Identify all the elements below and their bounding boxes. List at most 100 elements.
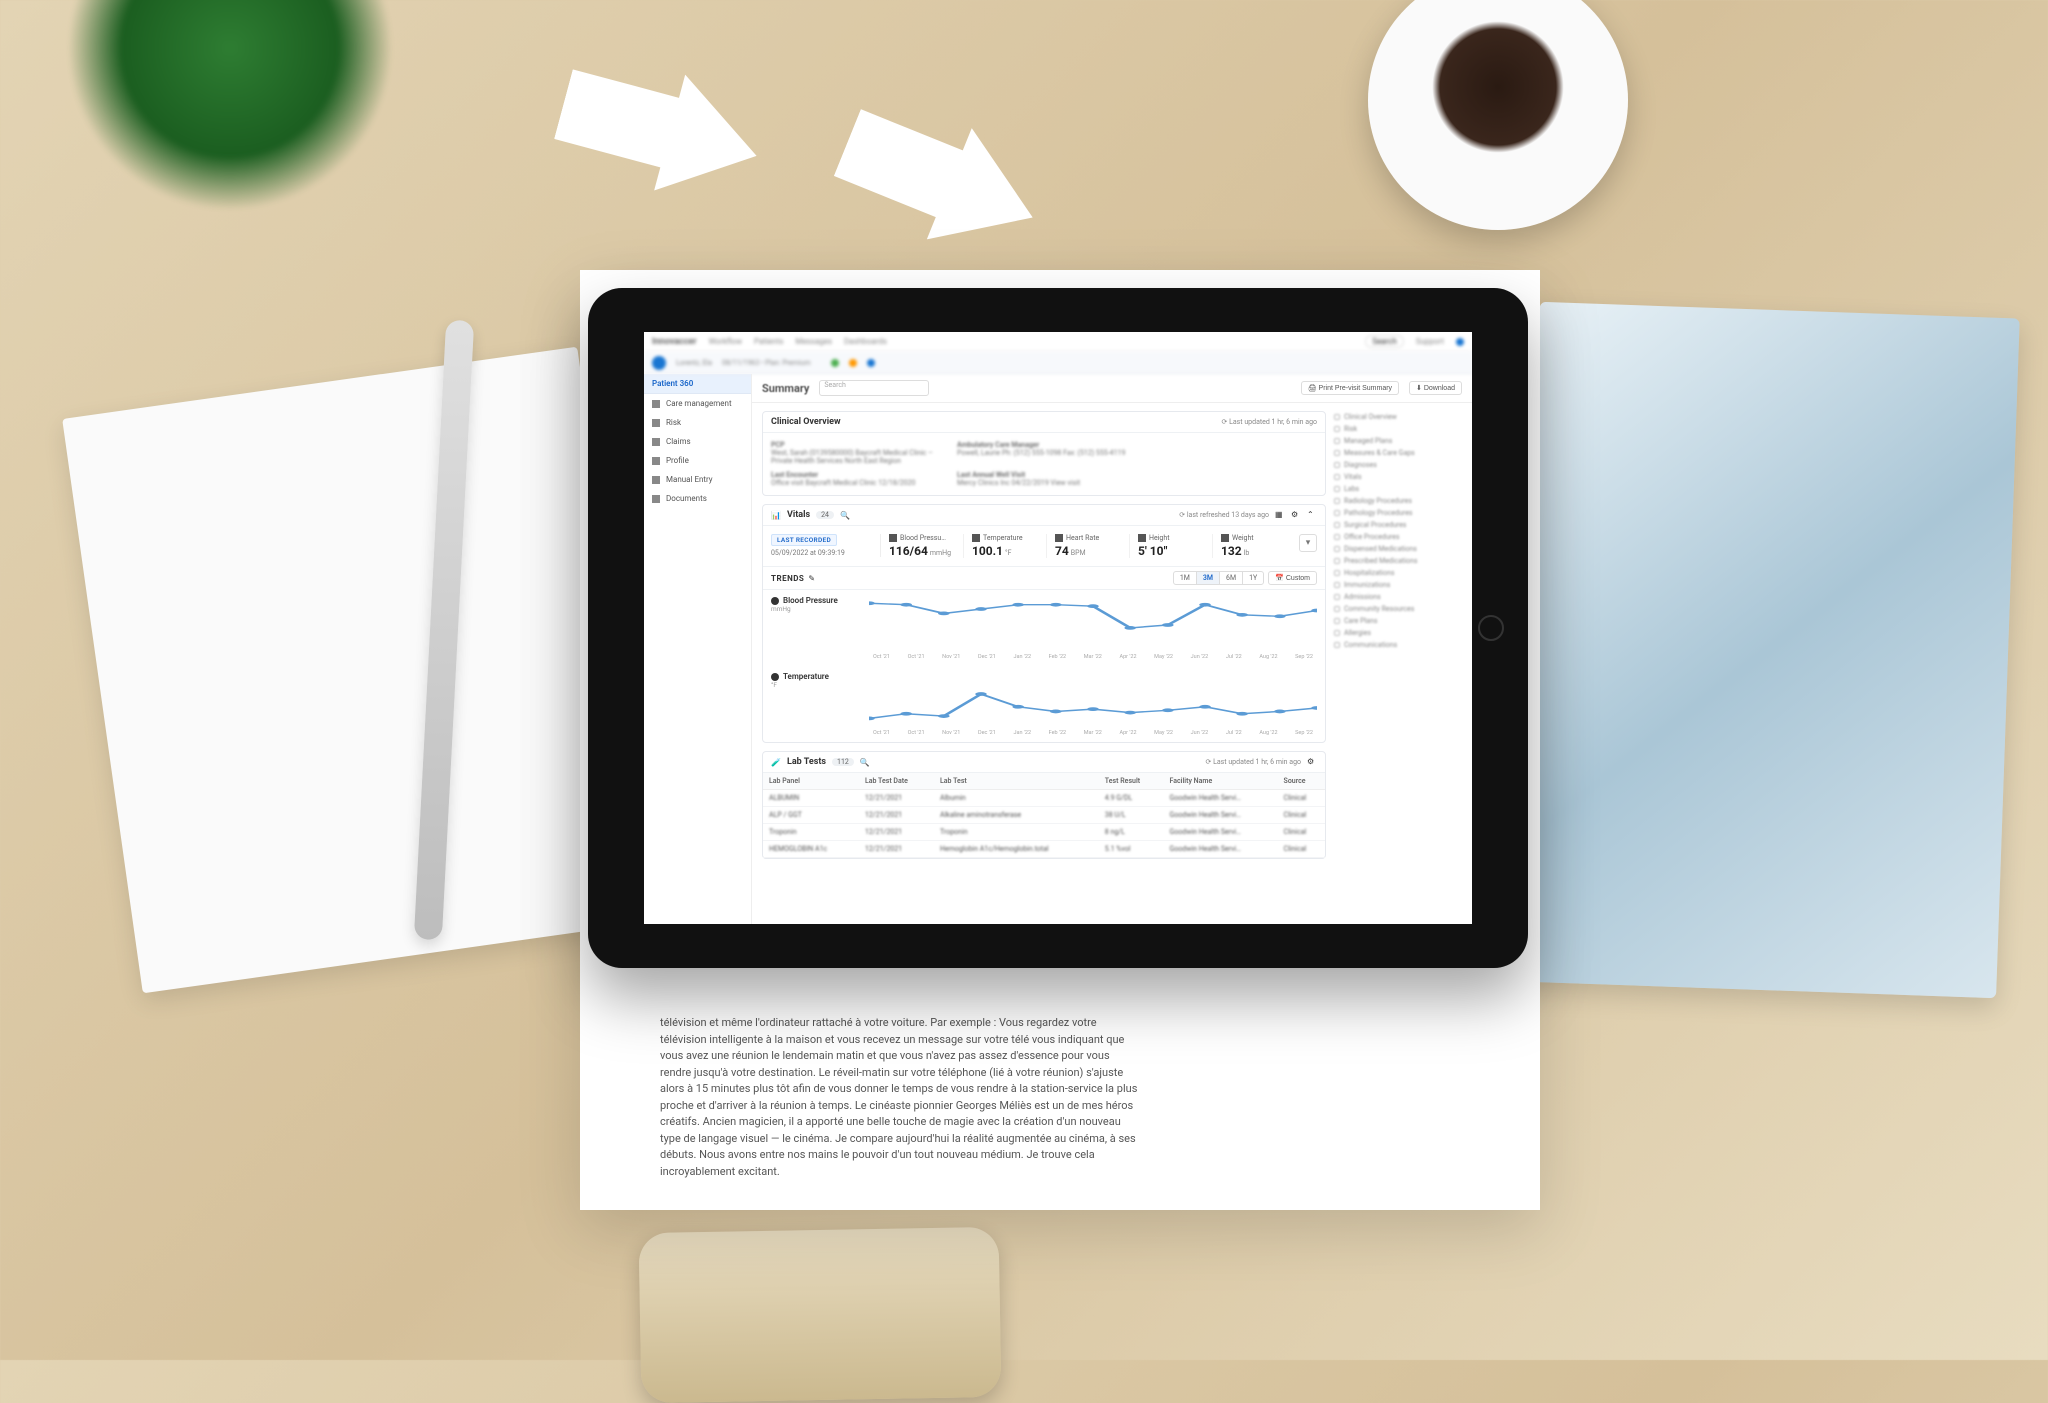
anchor-link[interactable]: Measures & Care Gaps xyxy=(1334,447,1462,459)
summary-search[interactable]: Search xyxy=(819,380,929,396)
nav-messages[interactable]: Messages xyxy=(795,337,832,346)
vital-tile: Heart Rate 74BPM xyxy=(1047,534,1130,558)
phone-prop xyxy=(639,1227,1002,1403)
nav-dashboards[interactable]: Dashboards xyxy=(844,337,887,346)
range-option[interactable]: 1M xyxy=(1174,572,1197,584)
lab-tests-card: 🧪 Lab Tests 112 🔍 ⟳ Last updated 1 hr, 6… xyxy=(762,751,1326,859)
anchor-link[interactable]: Care Plans xyxy=(1334,615,1462,627)
range-option[interactable]: 3M xyxy=(1197,572,1220,584)
anchor-link[interactable]: Risk xyxy=(1334,423,1462,435)
card-title: Clinical Overview xyxy=(771,417,841,427)
bullet-icon xyxy=(1334,642,1340,648)
bullet-icon xyxy=(1334,558,1340,564)
table-col[interactable]: Lab Panel xyxy=(763,773,859,790)
card-title: Vitals xyxy=(787,510,810,520)
bullet-icon xyxy=(1334,546,1340,552)
anchor-link[interactable]: Managed Plans xyxy=(1334,435,1462,447)
sidebar-item-manual-entry[interactable]: Manual Entry xyxy=(644,470,751,489)
plant-prop xyxy=(40,0,420,240)
user-avatar-icon[interactable] xyxy=(1456,338,1464,346)
anchor-link[interactable]: Hospitalizations xyxy=(1334,567,1462,579)
gear-icon[interactable]: ⚙ xyxy=(1291,510,1301,520)
doc-icon xyxy=(652,495,660,503)
print-button[interactable]: 🖨 Print Pre-visit Summary xyxy=(1301,381,1399,395)
nav-patients[interactable]: Patients xyxy=(754,337,783,346)
anchor-link[interactable]: Diagnoses xyxy=(1334,459,1462,471)
vital-tile: Blood Pressu… 116/64mmHg xyxy=(881,534,964,558)
bullet-icon xyxy=(1334,474,1340,480)
more-vitals-button[interactable]: ▾ xyxy=(1299,534,1317,552)
anchor-link[interactable]: Communications xyxy=(1334,639,1462,651)
anchor-link[interactable]: Pathology Procedures xyxy=(1334,507,1462,519)
notebook-prop xyxy=(1516,302,2019,998)
bullet-icon xyxy=(1334,486,1340,492)
chevron-up-icon[interactable]: ⌃ xyxy=(1307,510,1317,520)
anchor-link[interactable]: Allergies xyxy=(1334,627,1462,639)
anchor-link[interactable]: Community Resources xyxy=(1334,603,1462,615)
page-title: Summary xyxy=(762,382,809,395)
bullet-icon xyxy=(1334,594,1340,600)
range-option[interactable]: 1Y xyxy=(1243,572,1263,584)
bullet-icon xyxy=(1334,510,1340,516)
mug-prop xyxy=(1368,0,1628,230)
refresh-text: ⟳ Last updated 1 hr, 6 min ago xyxy=(1206,758,1302,766)
range-option[interactable]: 6M xyxy=(1220,572,1243,584)
last-recorded: LAST RECORDED 05/09/2022 at 09:39:19 xyxy=(771,534,881,557)
anchor-link[interactable]: Radiology Procedures xyxy=(1334,495,1462,507)
table-col[interactable]: Lab Test xyxy=(934,773,1099,790)
patient-avatar-icon xyxy=(652,356,666,370)
table-row[interactable]: ALP / GGT12/21/2021Alkaline aminotransfe… xyxy=(763,807,1325,824)
search-icon[interactable]: 🔍 xyxy=(840,511,850,520)
table-col[interactable]: Test Result xyxy=(1099,773,1164,790)
table-row[interactable]: HEMOGLOBIN A1c12/21/2021Hemoglobin A1c/H… xyxy=(763,841,1325,858)
anchor-link[interactable]: Vitals xyxy=(1334,471,1462,483)
trends-title: TRENDS xyxy=(771,574,804,583)
table-row[interactable]: ALBUMIN12/21/2021Albumin4.9 G/DLGoodwin … xyxy=(763,790,1325,807)
table-col[interactable]: Facility Name xyxy=(1164,773,1278,790)
sidebar-item-care-management[interactable]: Care management xyxy=(644,394,751,413)
gear-icon[interactable]: ⚙ xyxy=(1307,757,1317,767)
brand-logo: Innovaccer xyxy=(652,337,697,347)
anchor-link[interactable]: Admissions xyxy=(1334,591,1462,603)
anchor-link[interactable]: Prescribed Medications xyxy=(1334,555,1462,567)
pencil-icon[interactable]: ✎ xyxy=(808,574,815,583)
table-col[interactable]: Lab Test Date xyxy=(859,773,934,790)
top-nav: Innovaccer Workflow Patients Messages Da… xyxy=(644,332,1472,352)
anchor-link[interactable]: Clinical Overview xyxy=(1334,411,1462,423)
bullet-icon xyxy=(1334,462,1340,468)
sidebar-item-profile[interactable]: Profile xyxy=(644,451,751,470)
trend-chart: Oct '21Oct '21Nov '21Dec '21Jan '22Feb '… xyxy=(869,672,1317,736)
search-box[interactable]: Search xyxy=(1365,335,1404,348)
custom-range-button[interactable]: 📅 Custom xyxy=(1268,571,1317,585)
anchor-link[interactable]: Office Procedures xyxy=(1334,531,1462,543)
trend-row: Temperature°F Oct '21Oct '21Nov '21Dec '… xyxy=(763,666,1325,742)
table-col[interactable]: Source xyxy=(1278,773,1325,790)
main-content: Summary Search 🖨 Print Pre-visit Summary… xyxy=(752,374,1472,924)
grid-icon[interactable]: ▦ xyxy=(1275,510,1285,520)
pencil-icon xyxy=(652,476,660,484)
table-row[interactable]: Troponin12/21/2021Troponin8 ng/LGoodwin … xyxy=(763,824,1325,841)
sidebar-item-risk[interactable]: Risk xyxy=(644,413,751,432)
support-link[interactable]: Support xyxy=(1416,337,1444,346)
sidebar-header[interactable]: Patient 360 xyxy=(644,374,751,394)
anchor-link[interactable]: Dispensed Medications xyxy=(1334,543,1462,555)
status-dot-icon xyxy=(867,359,875,367)
anchor-link[interactable]: Immunizations xyxy=(1334,579,1462,591)
labs-count: 112 xyxy=(832,758,854,766)
arrow-prop xyxy=(548,46,772,214)
arrow-prop xyxy=(825,87,1055,273)
sidebar-item-documents[interactable]: Documents xyxy=(644,489,751,508)
anchor-link[interactable]: Surgical Procedures xyxy=(1334,519,1462,531)
file-icon xyxy=(652,438,660,446)
left-sidebar: Patient 360 Care management Risk Claims … xyxy=(644,374,752,924)
download-button[interactable]: ⬇ Download xyxy=(1409,381,1462,395)
bullet-icon xyxy=(1334,606,1340,612)
search-icon[interactable]: 🔍 xyxy=(860,758,870,767)
envelope-prop xyxy=(62,347,658,994)
magazine-text: télévision et même l'ordinateur rattaché… xyxy=(660,1015,1140,1180)
nav-workflow[interactable]: Workflow xyxy=(709,337,742,346)
anchor-link[interactable]: Labs xyxy=(1334,483,1462,495)
labs-icon: 🧪 xyxy=(771,758,781,767)
warning-icon xyxy=(652,419,660,427)
sidebar-item-claims[interactable]: Claims xyxy=(644,432,751,451)
